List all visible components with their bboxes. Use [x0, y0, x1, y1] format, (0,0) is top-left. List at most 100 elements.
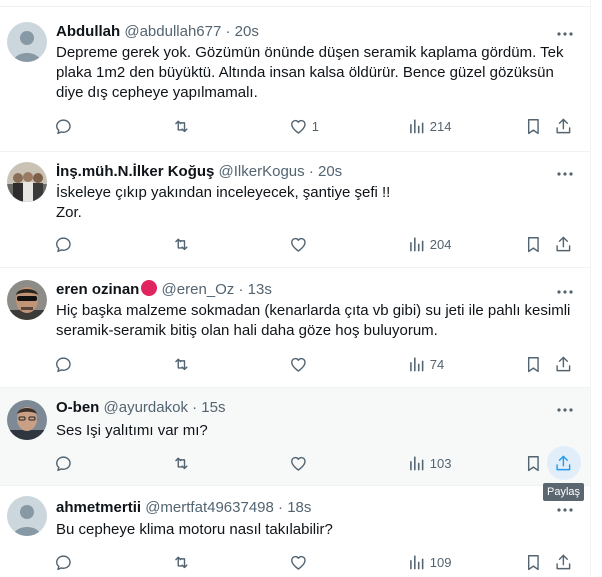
bookmark-button[interactable] [524, 234, 543, 254]
reply-icon [56, 237, 71, 252]
display-name[interactable]: eren ozinan [56, 281, 139, 298]
user-handle[interactable]: @IlkerKogus [219, 163, 305, 180]
timestamp[interactable]: 15s [201, 399, 225, 416]
reply-icon [56, 119, 71, 134]
bookmark-icon [527, 236, 539, 252]
timestamp[interactable]: 18s [287, 499, 311, 516]
like-icon [291, 119, 306, 134]
share-icon [556, 118, 571, 133]
reply-icon [56, 357, 71, 372]
user-handle[interactable]: @mertfat49637498 [145, 499, 274, 516]
tweet-text: İskeleye çıkıp yakından inceleyecek, şan… [56, 184, 391, 221]
user-handle[interactable]: @ayurdakok [104, 399, 188, 416]
separator: · [308, 163, 314, 180]
views-button[interactable]: 74 [407, 354, 444, 374]
separator: · [238, 281, 244, 298]
bookmark-button[interactable] [524, 116, 543, 136]
reply-icon [56, 555, 71, 570]
avatar[interactable] [7, 280, 47, 320]
bookmark-icon [527, 118, 539, 134]
tweet-header: Abdullah @abdullah677 · 20s [56, 22, 259, 42]
timestamp[interactable]: 20s [235, 23, 259, 40]
share-icon [556, 455, 571, 470]
share-button[interactable] [554, 234, 573, 254]
like-icon [291, 237, 306, 252]
tweet[interactable]: eren ozinan @eren_Oz · 13s Hiç başka mal… [0, 268, 590, 388]
avatar[interactable] [7, 400, 47, 440]
user-handle[interactable]: @eren_Oz [162, 281, 235, 298]
more-icon[interactable] [555, 24, 575, 44]
reply-button[interactable] [54, 116, 73, 136]
share-button[interactable] [554, 354, 573, 374]
action-bar: 109 [0, 552, 590, 572]
more-icon[interactable] [555, 400, 575, 420]
share-icon [556, 554, 571, 569]
bookmark-button[interactable] [524, 552, 543, 572]
retweet-icon [175, 358, 188, 370]
views-button[interactable]: 103 [407, 453, 451, 473]
views-button[interactable]: 109 [407, 552, 451, 572]
tweet[interactable]: ahmetmertii @mertfat49637498 · 18s Bu ce… [0, 486, 590, 577]
more-icon[interactable] [555, 500, 575, 520]
retweet-icon [175, 457, 188, 469]
action-bar: 103 [0, 453, 590, 473]
avatar[interactable] [7, 496, 47, 536]
retweet-button[interactable] [172, 354, 191, 374]
timestamp[interactable]: 20s [318, 163, 342, 180]
display-name[interactable]: O-ben [56, 399, 99, 416]
display-name[interactable]: İnş.müh.N.İlker Koğuş [56, 163, 214, 180]
share-button[interactable] [554, 552, 573, 572]
retweet-button[interactable] [172, 453, 191, 473]
view-count: 103 [429, 455, 452, 471]
share-button[interactable] [554, 116, 573, 136]
views-button[interactable]: 214 [407, 116, 451, 136]
tweet[interactable]: İnş.müh.N.İlker Koğuş @IlkerKogus · 20s … [0, 152, 590, 268]
tweet-text: Hiç başka malzeme sokmadan (kenarlarda ç… [56, 302, 571, 339]
like-button[interactable] [289, 354, 312, 374]
tweet-header: İnş.müh.N.İlker Koğuş @IlkerKogus · 20s [56, 162, 342, 182]
more-icon[interactable] [555, 282, 575, 302]
reply-button[interactable] [54, 552, 73, 572]
separator: · [225, 23, 231, 40]
bookmark-button[interactable] [524, 354, 543, 374]
separator: · [192, 399, 198, 416]
share-tooltip: Paylaş [543, 483, 585, 501]
share-button[interactable] [554, 453, 573, 473]
user-handle[interactable]: @abdullah677 [124, 23, 221, 40]
avatar[interactable] [7, 162, 47, 202]
avatar[interactable] [7, 22, 47, 62]
tweet[interactable]: O-ben @ayurdakok · 15s Ses Işi yalıtımı … [0, 388, 590, 486]
views-icon [410, 236, 424, 252]
reply-button[interactable] [54, 453, 73, 473]
retweet-icon [175, 556, 188, 568]
reply-button[interactable] [54, 234, 73, 254]
reply-button[interactable] [54, 354, 73, 374]
like-button[interactable]: 1 [289, 116, 319, 136]
timestamp[interactable]: 13s [248, 281, 272, 298]
view-count: 109 [429, 554, 452, 570]
tweet-text: Ses Işi yalıtımı var mı? [56, 422, 208, 439]
view-count: 214 [429, 118, 452, 134]
tweet-header: ahmetmertii @mertfat49637498 · 18s [56, 498, 311, 518]
separator: · [278, 499, 284, 516]
like-icon [291, 456, 306, 471]
more-icon[interactable] [555, 164, 575, 184]
views-icon [410, 455, 424, 471]
retweet-button[interactable] [172, 116, 191, 136]
like-button[interactable] [289, 453, 312, 473]
retweet-button[interactable] [172, 234, 191, 254]
like-button[interactable] [289, 234, 312, 254]
share-icon [556, 356, 571, 371]
retweet-button[interactable] [172, 552, 191, 572]
display-name[interactable]: Abdullah [56, 23, 120, 40]
views-icon [410, 356, 424, 372]
red-circle-emoji-icon [141, 280, 158, 296]
display-name[interactable]: ahmetmertii [56, 499, 141, 516]
tweet[interactable]: Abdullah @abdullah677 · 20s Depreme gere… [0, 6, 590, 152]
view-count: 74 [429, 356, 445, 372]
like-icon [291, 555, 306, 570]
like-button[interactable] [289, 552, 312, 572]
like-count: 1 [311, 118, 319, 134]
views-button[interactable]: 204 [407, 234, 451, 254]
bookmark-button[interactable] [524, 453, 543, 473]
